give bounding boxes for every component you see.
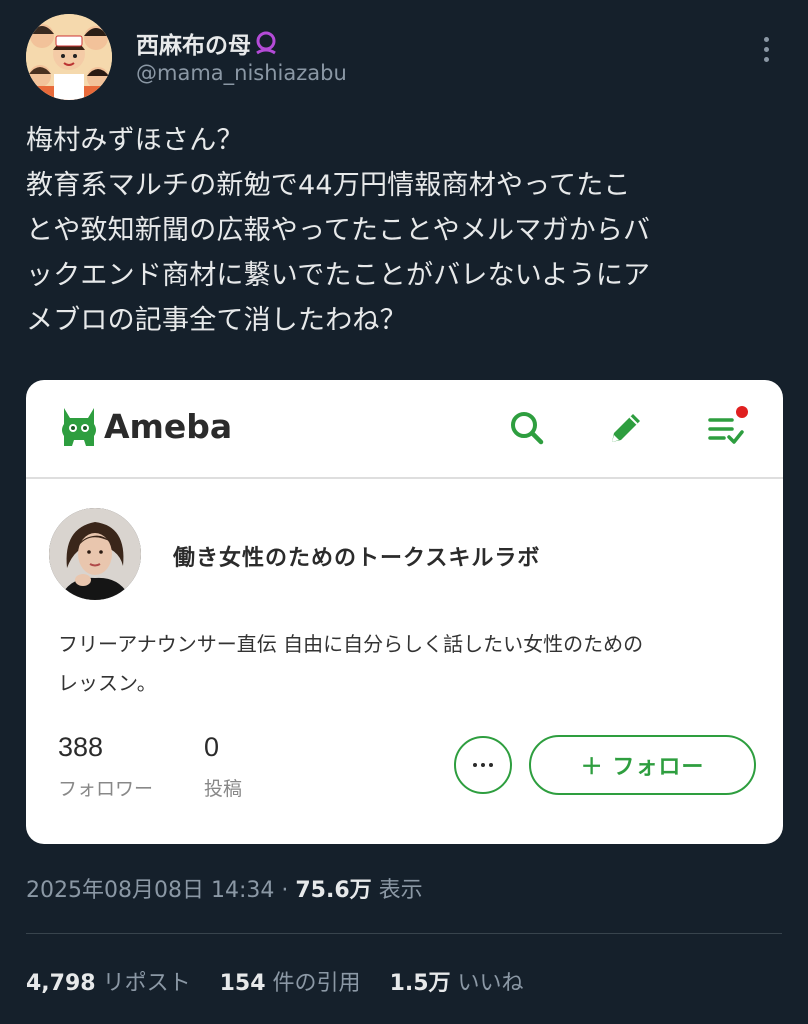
quotes-count: 154 bbox=[219, 971, 266, 996]
reposts-label: リポスト bbox=[102, 971, 191, 996]
ameba-logo-icon bbox=[62, 408, 96, 446]
tweet-text: 梅村みずほさん？ 教育系マルチの新勉で44万円情報商材やってたこ とや致知新聞の… bbox=[26, 118, 784, 343]
follow-button[interactable]: ＋ フォロー bbox=[529, 735, 756, 795]
author-handle[interactable]: @mama_nishiazabu bbox=[136, 61, 347, 85]
avatar-illustration bbox=[26, 14, 112, 100]
tweet-timestamp[interactable]: 2025年08月08日 14:34 bbox=[26, 878, 274, 903]
purple-ring-badge-icon bbox=[253, 30, 279, 62]
engagement-stats: 4,798 リポスト 154 件の引用 1.5万 いいね bbox=[26, 965, 524, 997]
blog-author-avatar[interactable] bbox=[49, 508, 141, 600]
more-options-button[interactable] bbox=[752, 32, 780, 66]
tweet-line: ックエンド商材に繋いでたことがバレないようにア bbox=[26, 260, 651, 291]
ameba-header: Ameba bbox=[26, 380, 783, 479]
likes-count: 1.5万 bbox=[389, 971, 451, 996]
posts-count[interactable]: 0 bbox=[204, 732, 219, 763]
pencil-icon[interactable] bbox=[606, 408, 646, 448]
tweet-line: とや致知新聞の広報やってたことやメルマガからバ bbox=[26, 215, 651, 246]
more-dot-icon bbox=[763, 46, 769, 52]
followers-label: フォロワー bbox=[58, 778, 154, 800]
view-count: 75.6万 bbox=[295, 878, 372, 903]
author-avatar[interactable] bbox=[26, 14, 112, 100]
display-name-text: 西麻布の母 bbox=[136, 33, 251, 59]
blog-title[interactable]: 働き女性のためのトークスキルラボ bbox=[173, 540, 540, 572]
blog-avatar-photo bbox=[49, 508, 141, 600]
ameba-wordmark: Ameba bbox=[104, 407, 233, 446]
ellipsis-dot-icon bbox=[489, 763, 493, 767]
view-label: 表示 bbox=[378, 878, 423, 903]
posts-label: 投稿 bbox=[204, 778, 243, 800]
blog-description: フリーアナウンサー直伝 自由に自分らしく話したい女性のための レッスン。 bbox=[58, 625, 758, 703]
likes-label: いいね bbox=[457, 971, 524, 996]
notification-list-icon[interactable] bbox=[704, 404, 752, 452]
divider bbox=[26, 933, 782, 934]
followers-count[interactable]: 388 bbox=[58, 732, 103, 763]
more-dot-icon bbox=[763, 56, 769, 62]
card-more-button[interactable] bbox=[454, 736, 512, 794]
quotes-stat[interactable]: 154 件の引用 bbox=[220, 971, 361, 996]
tweet-meta: 2025年08月08日 14:34 · 75.6万 表示 bbox=[26, 872, 423, 904]
reposts-count: 4,798 bbox=[26, 971, 96, 996]
author-display-name[interactable]: 西麻布の母 bbox=[136, 26, 279, 62]
quotes-label: 件の引用 bbox=[272, 971, 361, 996]
meta-separator: · bbox=[281, 878, 289, 903]
search-icon[interactable] bbox=[507, 408, 547, 448]
tweet-line: メブロの記事全て消したわね？ bbox=[26, 305, 407, 336]
attached-image-ameba-card[interactable]: Ameba 働き女性のためのトークスキルラボ フリーアナウンサー直伝 自由に自分… bbox=[26, 380, 783, 844]
tweet-line: 梅村みずほさん？ bbox=[26, 125, 244, 156]
ellipsis-dot-icon bbox=[473, 763, 477, 767]
more-dot-icon bbox=[763, 36, 769, 42]
blog-description-line: レッスン。 bbox=[58, 671, 157, 695]
likes-stat[interactable]: 1.5万 いいね bbox=[390, 971, 524, 996]
reposts-stat[interactable]: 4,798 リポスト bbox=[26, 971, 191, 996]
ellipsis-dot-icon bbox=[481, 763, 485, 767]
tweet-line: 教育系マルチの新勉で44万円情報商材やってたこ bbox=[26, 170, 631, 201]
blog-description-line: フリーアナウンサー直伝 自由に自分らしく話したい女性のための bbox=[58, 632, 644, 656]
